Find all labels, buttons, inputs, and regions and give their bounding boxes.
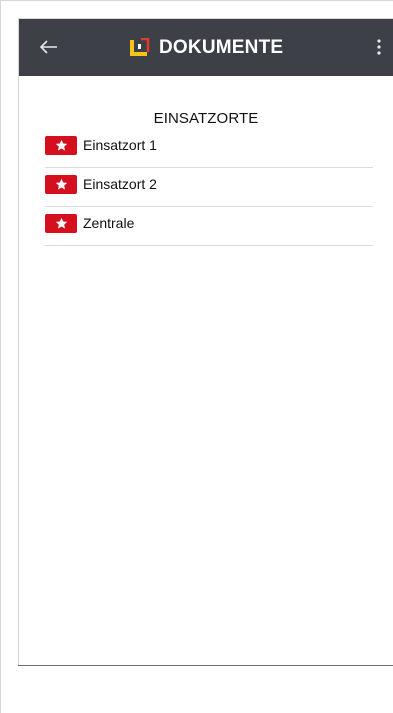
list-item-label: Einsatzort 1 <box>83 137 157 153</box>
list-item-zentrale[interactable]: Zentrale <box>45 207 373 246</box>
more-vert-icon <box>377 39 381 55</box>
overflow-menu-button[interactable] <box>369 33 389 61</box>
list-item-label: Zentrale <box>83 215 135 231</box>
page-title: DOKUMENTE <box>159 36 284 58</box>
section-title: EINSATZORTE <box>153 110 259 127</box>
bottom-divider <box>18 665 393 666</box>
window-top-border <box>0 0 393 1</box>
list-item-einsatzort-2[interactable]: Einsatzort 2 <box>45 168 373 207</box>
location-list: Einsatzort 1 Einsatzort 2 Zentrale <box>45 129 373 246</box>
app-toolbar: DOKUMENTE <box>19 19 393 76</box>
arrow-left-icon <box>40 40 57 54</box>
star-badge-icon <box>45 174 77 194</box>
list-item-einsatzort-1[interactable]: Einsatzort 1 <box>45 129 373 168</box>
list-item-label: Einsatzort 2 <box>83 176 157 192</box>
document-logo-icon <box>130 37 150 56</box>
star-badge-icon <box>45 213 77 233</box>
toolbar-title-group: DOKUMENTE <box>129 19 283 76</box>
window-left-border <box>0 0 1 713</box>
app-screen: DOKUMENTE EINSATZORTE Einsatzort 1 Einsa… <box>18 18 393 665</box>
star-badge-icon <box>45 135 77 155</box>
back-button[interactable] <box>35 33 63 61</box>
